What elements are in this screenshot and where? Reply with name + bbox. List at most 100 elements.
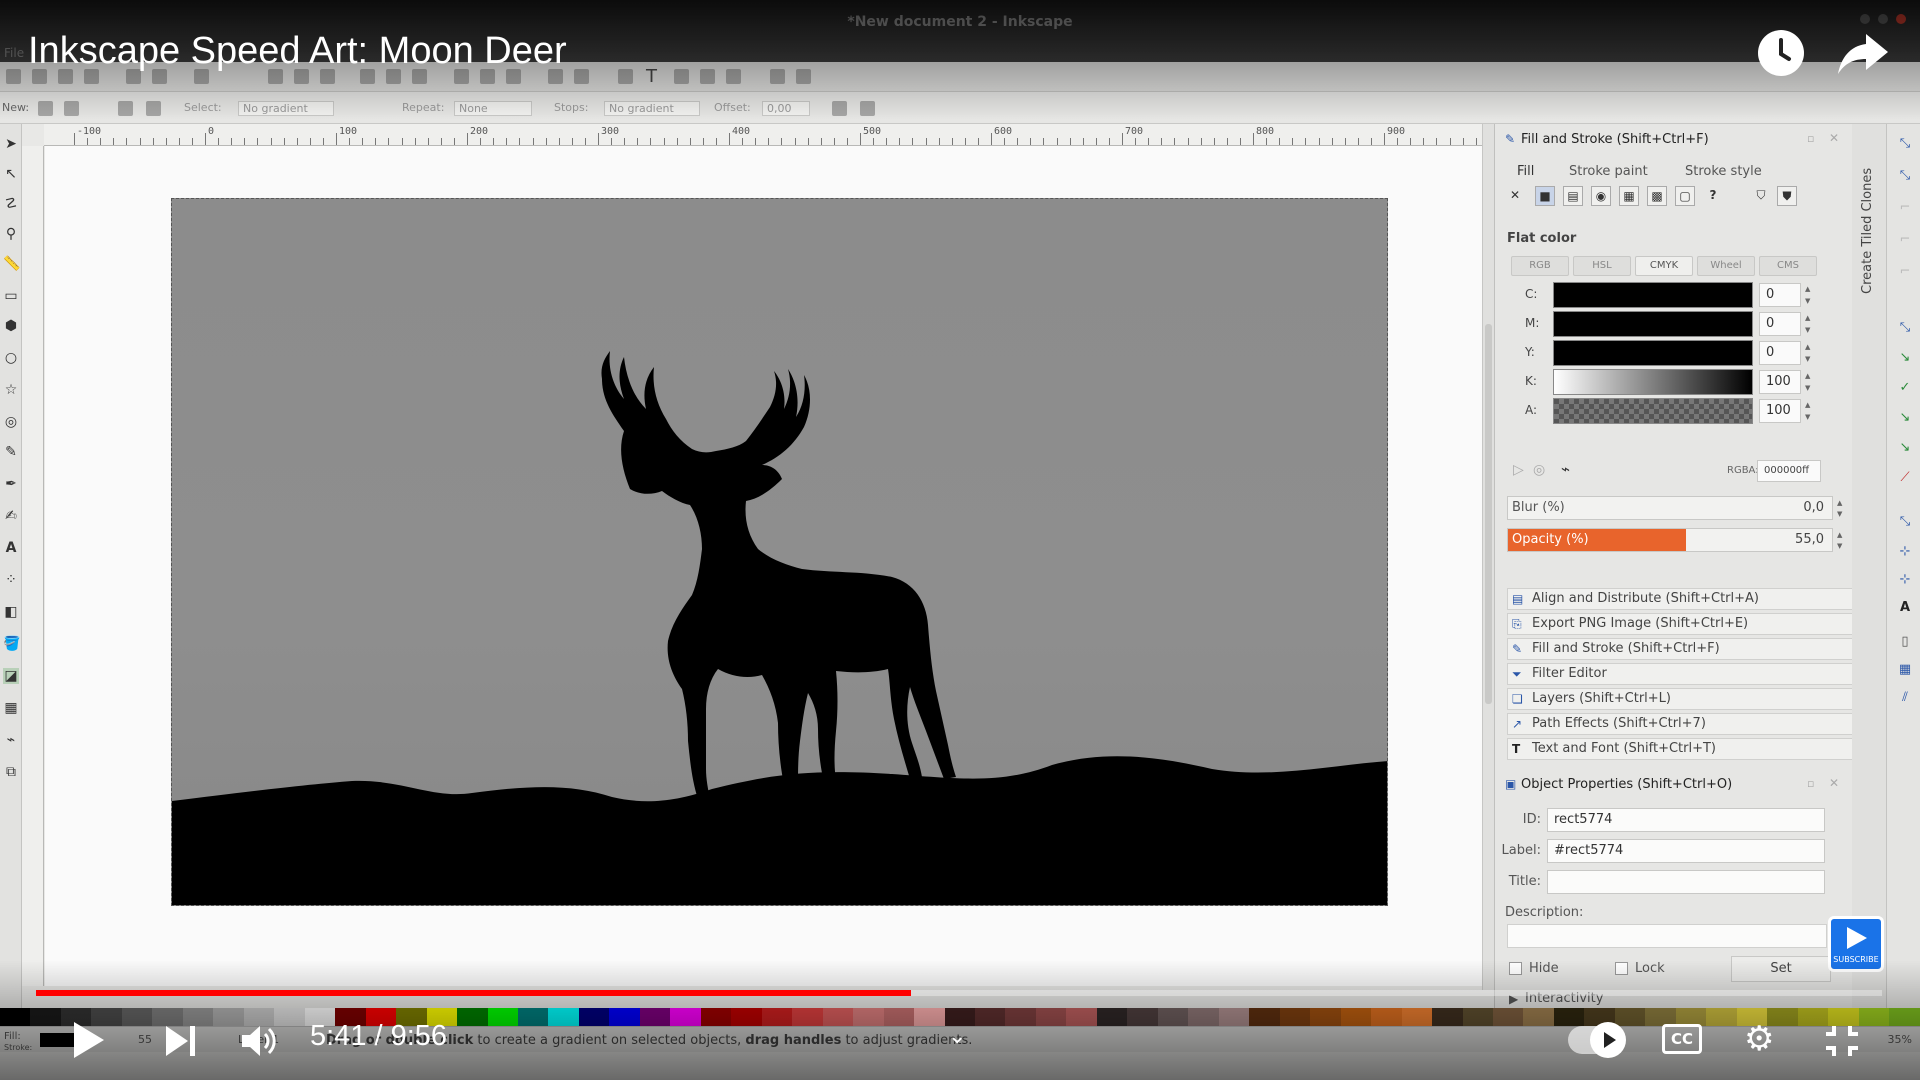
slider-m[interactable] [1553, 311, 1753, 337]
snap-others-icon[interactable]: ⤡ [1897, 514, 1913, 530]
spiral-tool-icon[interactable]: ◎ [3, 414, 19, 430]
exit-fullscreen-icon[interactable] [1824, 1024, 1860, 1062]
slider-c[interactable] [1553, 282, 1753, 308]
dialog-path-effects[interactable]: ↗Path Effects (Shift+Ctrl+7)▲ [1507, 713, 1867, 735]
selector-tool-icon[interactable]: ➤ [3, 136, 19, 152]
file-menu[interactable]: File [4, 46, 24, 60]
snap-nodes-icon[interactable]: ⤡ [1897, 320, 1913, 336]
dialog-align[interactable]: ▤Align and Distribute (Shift+Ctrl+A)▲ [1507, 588, 1867, 610]
rect-tool-icon[interactable]: ▭ [3, 288, 19, 304]
maximize-window-icon[interactable] [1878, 14, 1888, 24]
snap-center-icon[interactable]: ⊹ [1897, 544, 1913, 560]
calligraphy-tool-icon[interactable]: ✍ [3, 508, 19, 524]
title-field[interactable] [1547, 870, 1825, 894]
share-icon[interactable] [1836, 30, 1890, 76]
slider-a[interactable] [1553, 398, 1753, 424]
select-gradient-combo[interactable]: No gradient [238, 101, 334, 116]
bucket-tool-icon[interactable]: 🪣 [3, 636, 20, 652]
text-tool-icon[interactable]: A [3, 540, 19, 556]
autoplay-toggle[interactable] [1568, 1022, 1626, 1058]
snap-intersections-icon[interactable]: ✓ [1897, 380, 1913, 396]
slider-y-value[interactable]: 0 [1759, 341, 1801, 365]
vertical-scrollbar[interactable] [1482, 124, 1494, 990]
dialog-text-font[interactable]: TText and Font (Shift+Ctrl+T)▲ [1507, 738, 1867, 760]
blur-slider[interactable]: Blur (%) 0,0 [1507, 496, 1833, 520]
spray-tool-icon[interactable]: ⁘ [3, 572, 19, 588]
swatch-mode-icon[interactable]: ▢ [1675, 186, 1695, 206]
new-doc-icon[interactable] [6, 69, 21, 84]
snap-page-icon[interactable]: ▯ [1897, 634, 1913, 650]
snap-midpoints-icon[interactable]: ⟋ [1897, 470, 1913, 486]
mode-cms[interactable]: CMS [1759, 256, 1817, 276]
fill-target-icon[interactable] [118, 101, 133, 116]
color-picker-icon[interactable]: ⌁ [1561, 460, 1570, 478]
mesh-mode-icon[interactable]: ▦ [1619, 186, 1639, 206]
panel-iconify-icon[interactable]: ▫ [1807, 777, 1814, 790]
stops-combo[interactable]: No gradient [604, 101, 700, 116]
next-icon[interactable] [164, 1024, 198, 1062]
linear-gradient-icon[interactable] [38, 101, 53, 116]
page-artwork[interactable] [171, 198, 1388, 906]
slider-c-value[interactable]: 0 [1759, 283, 1801, 307]
preferences-icon[interactable] [770, 69, 785, 84]
dialog-export[interactable]: ⎘Export PNG Image (Shift+Ctrl+E)▲ [1507, 613, 1867, 635]
unset-paint-icon[interactable]: ? [1703, 186, 1723, 206]
mesh-tool-icon[interactable]: ▦ [3, 700, 19, 716]
mode-wheel[interactable]: Wheel [1697, 256, 1755, 276]
pattern-mode-icon[interactable]: ▩ [1647, 186, 1667, 206]
xml-editor-icon[interactable] [700, 69, 715, 84]
pen-tool-icon[interactable]: ✒ [3, 476, 19, 492]
opacity-slider[interactable]: Opacity (%) 55,0 [1507, 528, 1833, 552]
no-paint-icon[interactable]: ✕ [1505, 186, 1525, 206]
video-title[interactable]: Inkscape Speed Art: Moon Deer [28, 30, 567, 73]
dialog-layers[interactable]: ❏Layers (Shift+Ctrl+L)▲ [1507, 688, 1867, 710]
minimize-window-icon[interactable] [1860, 14, 1870, 24]
dropper-tool-icon[interactable]: ⌁ [3, 732, 19, 748]
snap-bbox-icon[interactable]: ⤡ [1897, 168, 1913, 184]
pencil-tool-icon[interactable]: ✎ [3, 444, 19, 460]
lock-checkbox[interactable] [1615, 962, 1628, 975]
star-tool-icon[interactable]: ☆ [3, 382, 19, 398]
ungroup-icon[interactable] [574, 69, 589, 84]
layers-dialog-icon[interactable] [674, 69, 689, 84]
tab-fill[interactable]: Fill [1517, 164, 1534, 179]
gradient-tool-icon[interactable]: ◪ [3, 668, 19, 684]
close-window-icon[interactable] [1896, 14, 1906, 24]
snap-toggle-icon[interactable]: ⤡ [1897, 136, 1913, 152]
play-icon[interactable] [70, 1020, 106, 1064]
slider-m-value[interactable]: 0 [1759, 312, 1801, 336]
watch-later-icon[interactable] [1758, 30, 1804, 76]
drawing-canvas[interactable] [45, 146, 1482, 986]
hide-checkbox[interactable] [1509, 962, 1522, 975]
tiled-clones-label[interactable]: Create Tiled Clones [1860, 134, 1875, 294]
slider-k-value[interactable]: 100 [1759, 370, 1801, 394]
panel-close-icon[interactable]: ✕ [1829, 131, 1839, 145]
mode-cmyk[interactable]: CMYK [1635, 256, 1693, 276]
volume-icon[interactable] [240, 1024, 280, 1062]
slider-y[interactable] [1553, 340, 1753, 366]
stroke-target-icon[interactable] [146, 101, 161, 116]
snap-guide-icon[interactable]: ⫽ [1897, 690, 1913, 706]
tab-stroke-paint[interactable]: Stroke paint [1569, 164, 1648, 179]
tiled-clones-tab[interactable]: Create Tiled Clones [1852, 124, 1886, 1010]
mode-rgb[interactable]: RGB [1511, 256, 1569, 276]
progress-bar[interactable] [36, 990, 1882, 996]
slider-c-spin[interactable]: ▲ ▼ [1805, 283, 1813, 307]
repeat-combo[interactable]: None [454, 101, 532, 116]
snap-bbox-edge-icon[interactable]: ⌐ [1897, 200, 1913, 216]
snap-bbox-mid-icon[interactable]: ⌐ [1897, 264, 1913, 280]
snap-cusp-icon[interactable]: ↘ [1897, 410, 1913, 426]
tweak-tool-icon[interactable]: ☡ [3, 196, 19, 212]
chevron-down-icon[interactable]: ⌄ [948, 1024, 966, 1049]
fill-stroke-dialog-icon[interactable] [618, 69, 633, 84]
text-dialog-icon[interactable]: T [646, 68, 661, 86]
connector-tool-icon[interactable]: ⧉ [3, 764, 19, 780]
slider-a-value[interactable]: 100 [1759, 399, 1801, 423]
snap-paths-icon[interactable]: ↘ [1897, 350, 1913, 366]
delete-stop-icon[interactable] [860, 101, 875, 116]
measure-tool-icon[interactable]: 📏 [3, 256, 20, 272]
slider-a-spin[interactable]: ▲ ▼ [1805, 399, 1813, 423]
offset-spinbox[interactable]: 0,00 [762, 101, 810, 116]
ellipse-tool-icon[interactable]: ○ [3, 350, 19, 366]
opacity-spin[interactable]: ▲ ▼ [1837, 530, 1842, 552]
